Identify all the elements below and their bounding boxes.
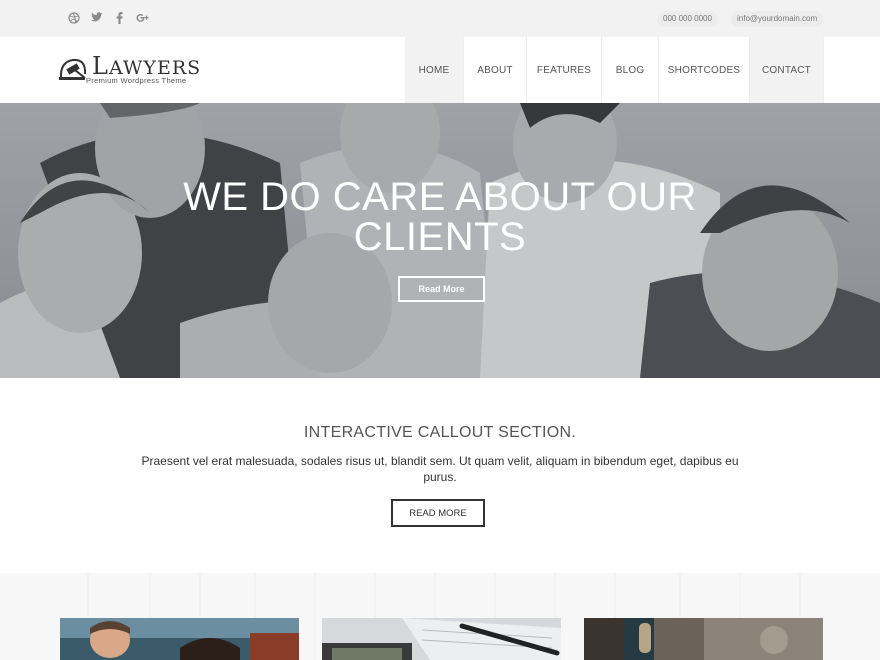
features-section xyxy=(0,573,880,660)
callout-text: Praesent vel erat malesuada, sodales ris… xyxy=(141,454,739,484)
email-address[interactable]: info@yourdomain.com xyxy=(731,11,824,27)
nav-item-features[interactable]: FEATURES xyxy=(527,37,602,103)
google-plus-icon[interactable] xyxy=(135,10,150,25)
nav-item-about[interactable]: ABOUT xyxy=(464,37,527,103)
feature-image-door[interactable] xyxy=(584,618,823,660)
site-logo[interactable]: LAWYERS Premium Wordpress Theme xyxy=(58,52,202,88)
dribbble-icon[interactable] xyxy=(66,10,81,25)
hero-title: WE DO CARE ABOUT OUR CLIENTS xyxy=(183,175,697,259)
logo-name: LAWYERS xyxy=(92,52,202,80)
top-bar: 000 000 0000 info@yourdomain.com xyxy=(0,0,880,37)
twitter-icon[interactable] xyxy=(89,10,104,25)
hero-banner: WE DO CARE ABOUT OUR CLIENTS Read More xyxy=(0,103,880,378)
nav-item-home[interactable]: HOME xyxy=(405,37,464,103)
facebook-icon[interactable] xyxy=(112,10,127,25)
nav-item-blog[interactable]: BLOG xyxy=(602,37,659,103)
nav-item-contact[interactable]: CONTACT xyxy=(750,37,824,103)
callout-read-more-button[interactable]: READ MORE xyxy=(391,499,485,527)
social-links xyxy=(66,10,150,25)
main-nav: HOME ABOUT FEATURES BLOG SHORTCODES CONT… xyxy=(405,37,824,103)
site-header: LAWYERS Premium Wordpress Theme HOME ABO… xyxy=(0,37,880,103)
callout-title: INTERACTIVE CALLOUT SECTION. xyxy=(303,424,577,441)
logo-tagline: Premium Wordpress Theme xyxy=(86,76,187,85)
hero-read-more-button[interactable]: Read More xyxy=(398,276,485,302)
feature-image-calculator[interactable] xyxy=(322,618,561,660)
nav-item-shortcodes[interactable]: SHORTCODES xyxy=(659,37,750,103)
phone-number: 000 000 0000 xyxy=(657,11,718,27)
feature-image-people[interactable] xyxy=(60,618,299,660)
